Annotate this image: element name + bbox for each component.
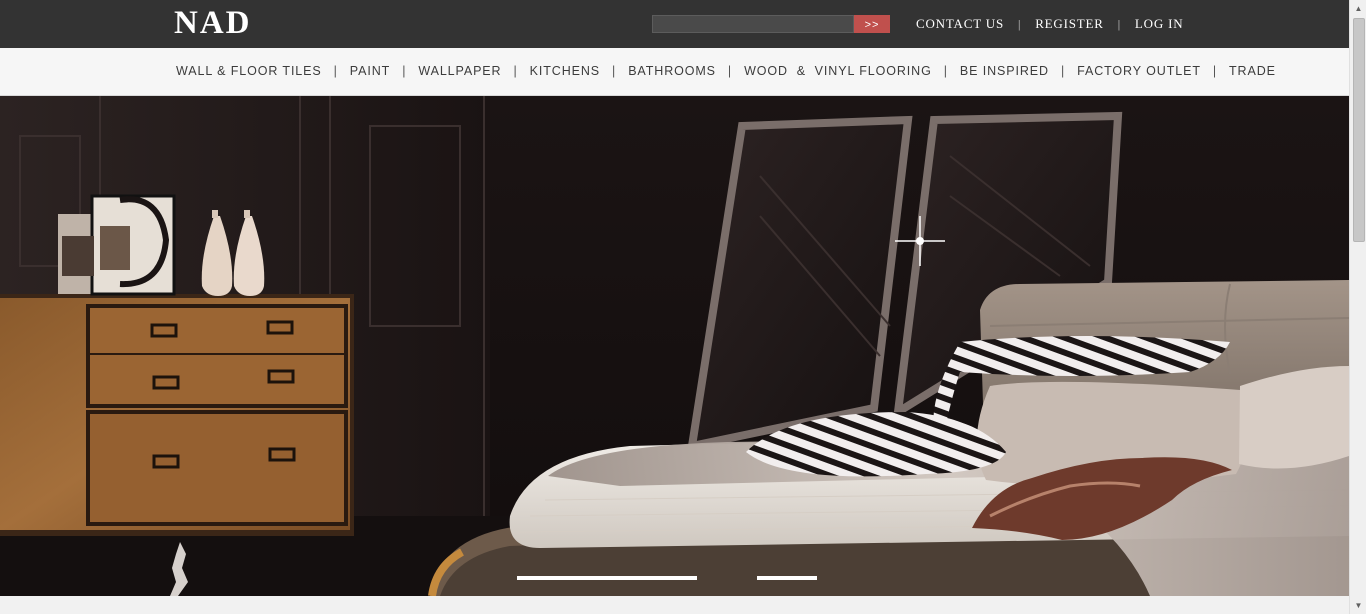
site-logo[interactable]: NAD xyxy=(174,4,252,42)
nav-separator: | xyxy=(612,64,617,78)
nav-item-bathrooms[interactable]: BATHROOMS xyxy=(628,64,716,78)
nav-separator: | xyxy=(402,64,407,78)
contact-us-link[interactable]: CONTACT US xyxy=(916,16,1004,32)
nav-item-wall-floor-tiles[interactable]: WALL & FLOOR TILES xyxy=(176,64,322,78)
page: NAD >> CONTACT US | REGISTER | LOG IN WA… xyxy=(0,0,1366,614)
slide-indicator-1[interactable] xyxy=(517,576,697,580)
nav-item-wallpaper[interactable]: WALLPAPER xyxy=(418,64,501,78)
nav-separator: | xyxy=(943,64,948,78)
link-separator: | xyxy=(1017,16,1022,31)
nav-separator: | xyxy=(1060,64,1066,78)
link-separator: | xyxy=(1117,16,1121,31)
search-field[interactable] xyxy=(652,15,854,34)
search-input[interactable] xyxy=(653,18,853,34)
arrow-down-icon[interactable]: ▼ xyxy=(1350,597,1366,614)
nav-item-paint[interactable]: PAINT xyxy=(350,64,390,78)
slide-indicator-2[interactable] xyxy=(757,576,817,580)
nav-separator: | xyxy=(513,64,518,78)
nav-separator: | xyxy=(333,64,338,78)
nav-item-be-inspired[interactable]: BE INSPIRED xyxy=(960,64,1049,78)
page-scrollbar[interactable]: ▲ ▼ xyxy=(1349,0,1366,614)
nav-list: WALL & FLOOR TILES | PAINT | WALLPAPER |… xyxy=(176,64,1276,78)
main-nav: WALL & FLOOR TILES | PAINT | WALLPAPER |… xyxy=(0,48,1349,96)
page-bottom xyxy=(0,596,1349,614)
hero-bedroom-image xyxy=(0,96,1349,596)
account-links: CONTACT US | REGISTER | LOG IN xyxy=(916,15,1183,33)
nav-separator: | xyxy=(1212,64,1218,78)
arrow-up-icon[interactable]: ▲ xyxy=(1350,0,1366,17)
nav-separator: | xyxy=(727,64,733,78)
register-link[interactable]: REGISTER xyxy=(1035,16,1104,32)
top-bar: NAD >> CONTACT US | REGISTER | LOG IN xyxy=(0,0,1349,48)
hero-slider[interactable] xyxy=(0,96,1349,596)
nav-item-wood-vinyl-flooring[interactable]: WOOD & VINYL FLOORING xyxy=(744,64,932,78)
nav-item-trade[interactable]: TRADE xyxy=(1229,64,1276,78)
login-link[interactable]: LOG IN xyxy=(1135,16,1184,32)
nav-item-kitchens[interactable]: KITCHENS xyxy=(530,64,600,78)
nav-item-factory-outlet[interactable]: FACTORY OUTLET xyxy=(1077,64,1201,78)
scrollbar-thumb[interactable] xyxy=(1353,18,1365,242)
search-button[interactable]: >> xyxy=(854,15,890,33)
